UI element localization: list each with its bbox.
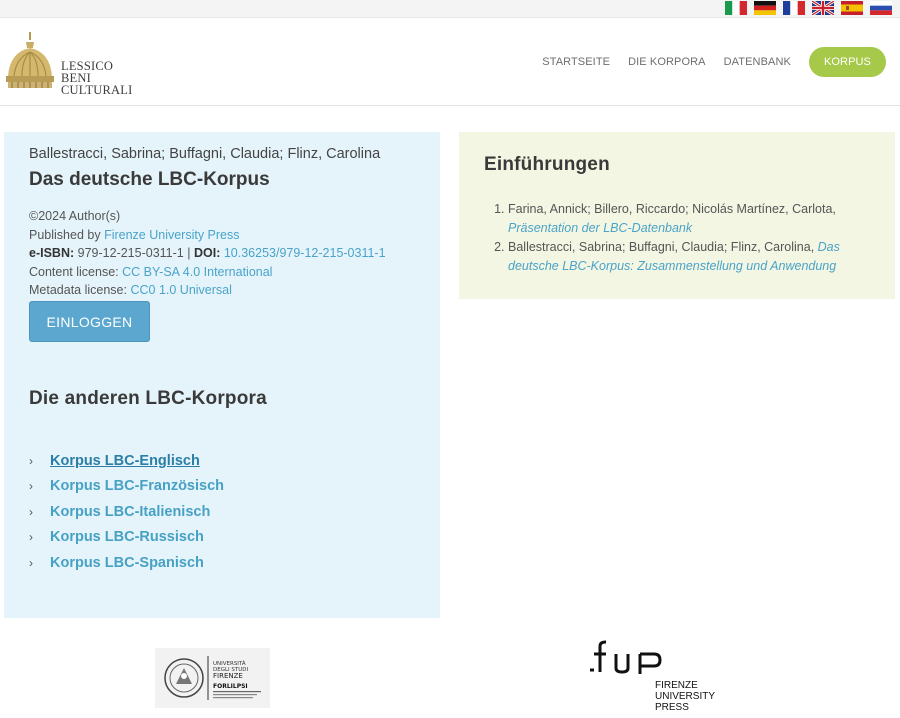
french-flag-icon[interactable] xyxy=(783,1,805,15)
introductions-panel: Einführungen Farina, Annick; Billero, Ri… xyxy=(459,132,895,299)
logo-text: LESSICO BENI CULTURALI xyxy=(61,60,164,97)
metadata-license-label: Metadata license: xyxy=(29,283,127,298)
metadata-license-link[interactable]: CC0 1.0 Universal xyxy=(130,283,231,297)
chevron-right-icon: › xyxy=(29,479,33,494)
university-seal-icon: UNIVERSITÀ DEGLI STUDI FIRENZE FORLILPSI xyxy=(155,648,270,708)
unifi-line-4: FORLILPSI xyxy=(213,683,248,690)
list-item: › Korpus LBC-Russisch xyxy=(29,525,224,551)
corpus-link-englisch[interactable]: Korpus LBC-Englisch xyxy=(50,453,200,469)
fup-line-3: PRESS xyxy=(655,702,689,713)
eisbn-value: 979-12-215-0311-1 xyxy=(77,246,184,261)
corpus-link-russisch[interactable]: Korpus LBC-Russisch xyxy=(50,529,204,545)
login-button[interactable]: EINLOGGEN xyxy=(29,301,150,342)
site-header: LESSICO BENI CULTURALI STARTSEITE DIE KO… xyxy=(0,18,900,106)
list-item: Farina, Annick; Billero, Riccardo; Nicol… xyxy=(508,200,878,237)
nav-korpus-button[interactable]: KORPUS xyxy=(808,47,886,77)
chevron-right-icon: › xyxy=(29,504,33,519)
italian-flag-icon[interactable] xyxy=(725,1,747,15)
book-metadata: ©2024 Author(s) Published by Firenze Uni… xyxy=(29,207,386,300)
corpus-link-franzoesisch[interactable]: Korpus LBC-Französisch xyxy=(50,478,224,494)
nav-die-korpora[interactable]: DIE KORPORA xyxy=(628,56,706,68)
chevron-right-icon: › xyxy=(29,555,33,570)
russian-flag-icon[interactable] xyxy=(870,1,892,15)
unifi-line-3: FIRENZE xyxy=(213,672,243,680)
fup-mark-icon: FIRENZE UNIVERSITY PRESS xyxy=(590,640,715,713)
doi-link[interactable]: 10.36253/979-12-215-0311-1 xyxy=(224,246,386,260)
book-authors: Ballestracci, Sabrina; Buffagni, Claudia… xyxy=(29,146,381,162)
page-title: Das deutsche LBC-Korpus xyxy=(29,169,270,190)
content-license-label: Content license: xyxy=(29,264,119,279)
eisbn-label: e-ISBN: xyxy=(29,246,75,261)
unifi-logo[interactable]: UNIVERSITÀ DEGLI STUDI FIRENZE FORLILPSI xyxy=(155,648,270,708)
german-flag-icon[interactable] xyxy=(754,1,776,15)
unifi-line-1: UNIVERSITÀ xyxy=(213,660,246,667)
corpus-link-spanisch[interactable]: Korpus LBC-Spanisch xyxy=(50,555,204,571)
published-by-label: Published by xyxy=(29,227,101,242)
other-corpora-heading: Die anderen LBC-Korpora xyxy=(29,388,267,409)
list-item: › Korpus LBC-Französisch xyxy=(29,474,224,500)
intro-authors: Ballestracci, Sabrina; Buffagni, Claudia… xyxy=(508,240,815,255)
book-info-panel: Ballestracci, Sabrina; Buffagni, Claudia… xyxy=(4,132,440,618)
language-flags xyxy=(725,1,892,15)
isbn-doi-line: e-ISBN: 979-12-215-0311-1 | DOI: 10.3625… xyxy=(29,244,386,263)
list-item: › Korpus LBC-Italienisch xyxy=(29,499,224,525)
list-item: › Korpus LBC-Englisch xyxy=(29,448,224,474)
corpus-link-italienisch[interactable]: Korpus LBC-Italienisch xyxy=(50,504,210,520)
content-license-link[interactable]: CC BY-SA 4.0 International xyxy=(122,265,272,279)
fup-line-2: UNIVERSITY xyxy=(655,691,715,702)
metadata-license-line: Metadata license: CC0 1.0 Universal xyxy=(29,281,386,300)
publisher-line: Published by Firenze University Press xyxy=(29,226,386,245)
list-item: Ballestracci, Sabrina; Buffagni, Claudia… xyxy=(508,238,878,275)
content-license-line: Content license: CC BY-SA 4.0 Internatio… xyxy=(29,263,386,282)
nav-startseite[interactable]: STARTSEITE xyxy=(542,56,610,68)
list-item: › Korpus LBC-Spanisch xyxy=(29,550,224,576)
main-nav: STARTSEITE DIE KORPORA DATENBANK KORPUS xyxy=(524,47,886,77)
introductions-heading: Einführungen xyxy=(484,154,610,175)
introductions-list: Farina, Annick; Billero, Riccardo; Nicol… xyxy=(508,200,878,276)
language-bar xyxy=(0,0,900,18)
nav-datenbank[interactable]: DATENBANK xyxy=(724,56,791,68)
fup-logo[interactable]: FIRENZE UNIVERSITY PRESS xyxy=(590,640,725,716)
intro-link[interactable]: Präsentation der LBC-Datenbank xyxy=(508,221,692,235)
spanish-flag-icon[interactable] xyxy=(841,1,863,15)
publisher-link[interactable]: Firenze University Press xyxy=(104,228,239,242)
logo-line-2: BENI CULTURALI xyxy=(61,71,133,97)
intro-authors: Farina, Annick; Billero, Riccardo; Nicol… xyxy=(508,202,836,216)
chevron-right-icon: › xyxy=(29,530,33,545)
dome-logo-icon xyxy=(6,32,54,88)
uk-flag-icon[interactable] xyxy=(812,1,834,15)
chevron-right-icon: › xyxy=(29,453,33,468)
copyright-line: ©2024 Author(s) xyxy=(29,209,121,223)
doi-label: DOI: xyxy=(193,246,221,261)
fup-line-1: FIRENZE xyxy=(655,680,698,691)
site-logo[interactable]: LESSICO BENI CULTURALI xyxy=(4,30,164,96)
other-corpora-list: › Korpus LBC-Englisch › Korpus LBC-Französ… xyxy=(29,448,224,576)
separator: | xyxy=(187,246,191,261)
